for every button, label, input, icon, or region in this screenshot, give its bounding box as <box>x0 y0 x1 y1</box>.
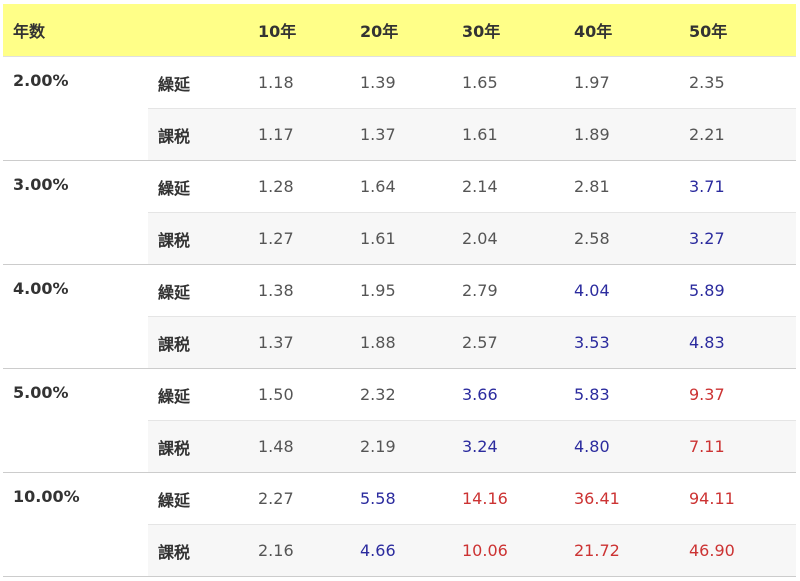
value-cell: 1.50 <box>248 368 350 421</box>
value-cell: 5.83 <box>564 368 679 421</box>
value-cell: 1.18 <box>248 56 350 109</box>
type-cell: 課税 <box>148 420 248 473</box>
table-row: 10.00% 繰延 2.27 5.58 14.16 36.41 94.11 <box>3 472 796 577</box>
table-row: 5.00% 繰延 1.50 2.32 3.66 5.83 9.37 <box>3 368 796 473</box>
value-cell: 1.61 <box>350 212 452 265</box>
type-cell: 繰延 <box>148 472 248 525</box>
value-cell: 1.38 <box>248 264 350 317</box>
table-row: 3.00% 繰延 1.28 1.64 2.14 2.81 3.71 <box>3 160 796 265</box>
value-cell: 2.58 <box>564 212 679 265</box>
type-cell: 繰延 <box>148 368 248 421</box>
type-cell: 繰延 <box>148 56 248 109</box>
rate-cell: 10.00% <box>3 472 148 577</box>
value-cell: 5.89 <box>679 264 796 317</box>
value-cell: 4.80 <box>564 420 679 473</box>
rate-cell: 2.00% <box>3 56 148 161</box>
header-year-10: 10年 <box>248 4 350 57</box>
value-cell: 1.64 <box>350 160 452 213</box>
value-cell: 14.16 <box>452 472 564 525</box>
value-cell: 36.41 <box>564 472 679 525</box>
value-cell: 1.39 <box>350 56 452 109</box>
value-cell: 3.27 <box>679 212 796 265</box>
value-cell: 46.90 <box>679 524 796 577</box>
value-cell: 1.27 <box>248 212 350 265</box>
header-year-30: 30年 <box>452 4 564 57</box>
table-header: 年数 10年 20年 30年 40年 50年 <box>3 4 796 57</box>
value-cell: 4.66 <box>350 524 452 577</box>
header-years-label: 年数 <box>3 4 148 57</box>
value-cell: 3.66 <box>452 368 564 421</box>
header-blank <box>148 4 248 57</box>
type-cell: 課税 <box>148 316 248 369</box>
growth-table: 年数 10年 20年 30年 40年 50年 2.00% 繰延 1.18 1.39 1.… <box>3 4 796 577</box>
type-cell: 課税 <box>148 108 248 161</box>
value-cell: 2.27 <box>248 472 350 525</box>
value-cell: 2.35 <box>679 56 796 109</box>
value-cell: 1.37 <box>248 316 350 369</box>
value-cell: 1.88 <box>350 316 452 369</box>
table-row: 2.00% 繰延 1.18 1.39 1.65 1.97 2.35 <box>3 56 796 161</box>
value-cell: 2.19 <box>350 420 452 473</box>
rate-cell: 5.00% <box>3 368 148 473</box>
value-cell: 1.17 <box>248 108 350 161</box>
value-cell: 1.65 <box>452 56 564 109</box>
value-cell: 1.89 <box>564 108 679 161</box>
value-cell: 10.06 <box>452 524 564 577</box>
value-cell: 3.71 <box>679 160 796 213</box>
value-cell: 9.37 <box>679 368 796 421</box>
value-cell: 2.14 <box>452 160 564 213</box>
value-cell: 94.11 <box>679 472 796 525</box>
value-cell: 2.16 <box>248 524 350 577</box>
value-cell: 2.21 <box>679 108 796 161</box>
value-cell: 2.04 <box>452 212 564 265</box>
value-cell: 3.24 <box>452 420 564 473</box>
value-cell: 2.57 <box>452 316 564 369</box>
header-year-20: 20年 <box>350 4 452 57</box>
value-cell: 1.95 <box>350 264 452 317</box>
value-cell: 1.37 <box>350 108 452 161</box>
value-cell: 4.83 <box>679 316 796 369</box>
type-cell: 繰延 <box>148 264 248 317</box>
value-cell: 7.11 <box>679 420 796 473</box>
table-body: 2.00% 繰延 1.18 1.39 1.65 1.97 2.35 課税 1.17 1.37 1.6… <box>3 56 796 577</box>
header-year-50: 50年 <box>679 4 796 57</box>
header-row: 年数 10年 20年 30年 40年 50年 <box>3 4 796 57</box>
rate-cell: 3.00% <box>3 160 148 265</box>
type-cell: 課税 <box>148 212 248 265</box>
rate-cell: 4.00% <box>3 264 148 369</box>
value-cell: 5.58 <box>350 472 452 525</box>
value-cell: 1.48 <box>248 420 350 473</box>
header-year-40: 40年 <box>564 4 679 57</box>
type-cell: 繰延 <box>148 160 248 213</box>
value-cell: 2.79 <box>452 264 564 317</box>
value-cell: 4.04 <box>564 264 679 317</box>
table-row: 4.00% 繰延 1.38 1.95 2.79 4.04 5.89 <box>3 264 796 369</box>
value-cell: 21.72 <box>564 524 679 577</box>
value-cell: 1.61 <box>452 108 564 161</box>
value-cell: 2.32 <box>350 368 452 421</box>
value-cell: 1.28 <box>248 160 350 213</box>
value-cell: 3.53 <box>564 316 679 369</box>
type-cell: 課税 <box>148 524 248 577</box>
value-cell: 1.97 <box>564 56 679 109</box>
value-cell: 2.81 <box>564 160 679 213</box>
